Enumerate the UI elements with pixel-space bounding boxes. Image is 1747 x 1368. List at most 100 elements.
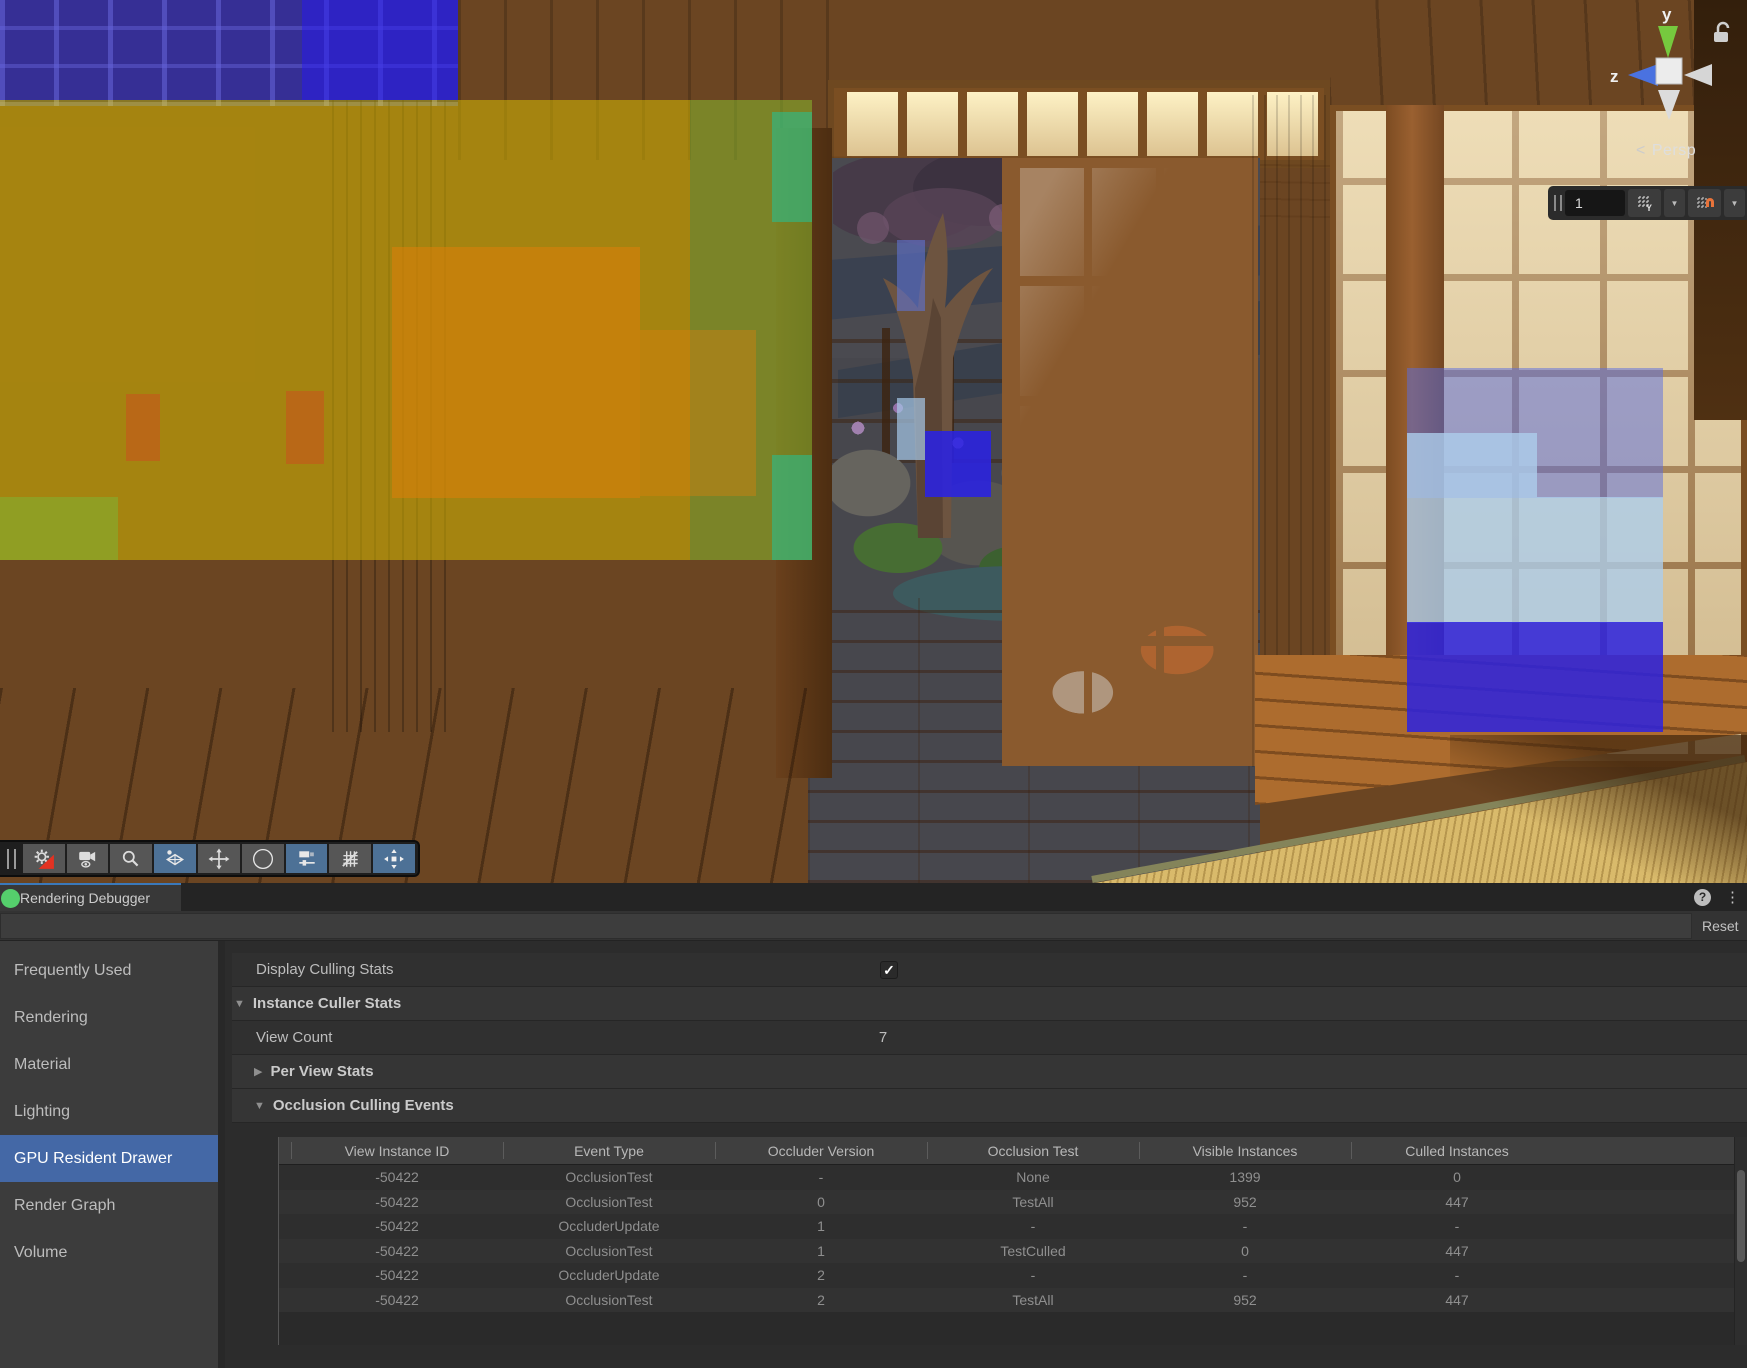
heatmap-cell: [0, 0, 302, 100]
table-cell: OccluderUpdate: [503, 1214, 715, 1239]
sidebar-item-lighting[interactable]: Lighting: [0, 1088, 218, 1135]
projection-toggle[interactable]: < Persp: [1636, 142, 1696, 160]
scrollbar-thumb[interactable]: [1737, 1170, 1745, 1262]
table-cell: -50422: [291, 1263, 503, 1288]
snap-toolbar: 1 Y ▼ ▼: [1548, 186, 1747, 220]
heatmap-cell: [925, 431, 991, 497]
table-cell: -: [927, 1263, 1139, 1288]
table-cell: 0: [715, 1190, 927, 1215]
snap-dropdown[interactable]: ▼: [1724, 189, 1745, 217]
table-cell: 952: [1139, 1190, 1351, 1215]
table-cell: 447: [1351, 1239, 1563, 1264]
view-count-row: View Count 7: [232, 1021, 1747, 1055]
table-cell: 2: [715, 1263, 927, 1288]
foldout-open-icon: ▼: [254, 1100, 265, 1112]
table-cell: -50422: [291, 1214, 503, 1239]
table-cell: OcclusionTest: [503, 1190, 715, 1215]
tab-rendering-debugger[interactable]: Rendering Debugger: [0, 883, 181, 911]
column-header: Culled Instances: [1351, 1137, 1563, 1164]
debugger-toolbar: Reset: [0, 911, 1747, 941]
table-row[interactable]: -50422 OcclusionTest - None 1399 0: [279, 1165, 1747, 1190]
lock-icon[interactable]: [1714, 23, 1728, 42]
per-view-stats-foldout[interactable]: ▶ Per View Stats: [232, 1055, 1747, 1089]
persp-arrow-icon: <: [1636, 142, 1646, 159]
table-row[interactable]: -50422 OccluderUpdate 1 - - -: [279, 1214, 1747, 1239]
instance-culler-stats-foldout[interactable]: ▼ Instance Culler Stats: [232, 987, 1747, 1021]
display-culling-stats-checkbox[interactable]: ✓: [880, 961, 898, 979]
tab-title: Rendering Debugger: [20, 890, 150, 906]
scene-search-button[interactable]: [110, 844, 152, 873]
move-tool-button[interactable]: [198, 844, 240, 873]
heatmap-cell: [640, 330, 756, 496]
sidebar-item-volume[interactable]: Volume: [0, 1229, 218, 1276]
view-count-label: View Count: [256, 1029, 332, 1046]
heatmap-cell: [897, 240, 925, 311]
door-muntins: [1012, 168, 1248, 756]
sidebar-item-frequently-used[interactable]: Frequently Used: [0, 947, 218, 994]
table-row[interactable]: -50422 OcclusionTest 0 TestAll 952 447: [279, 1190, 1747, 1215]
scene-camera-button[interactable]: [67, 844, 109, 873]
debugger-content: Display Culling Stats ✓ ▼ Instance Culle…: [232, 941, 1747, 1368]
occlusion-culling-events-foldout[interactable]: ▼ Occlusion Culling Events: [232, 1089, 1747, 1123]
orientation-gizmo[interactable]: y z: [1598, 2, 1747, 124]
table-cell: OccluderUpdate: [503, 1263, 715, 1288]
search-input[interactable]: [0, 913, 1692, 939]
grid-axis-button[interactable]: Y: [1628, 189, 1661, 217]
sidebar-item-material[interactable]: Material: [0, 1041, 218, 1088]
table-row[interactable]: -50422 OcclusionTest 2 TestAll 952 447: [279, 1288, 1747, 1313]
heatmap-cell: [126, 394, 160, 461]
toolbar-grip[interactable]: [7, 849, 16, 869]
instance-culler-stats-label: Instance Culler Stats: [253, 995, 401, 1012]
x-axis-cone[interactable]: [1684, 64, 1712, 86]
gizmos-toggle-button[interactable]: [154, 844, 196, 873]
table-cell: OcclusionTest: [503, 1239, 715, 1264]
toolbar-grip[interactable]: [1554, 195, 1562, 211]
table-cell: -: [1351, 1263, 1563, 1288]
y-axis-cone[interactable]: [1658, 26, 1678, 58]
sidebar-item-rendering[interactable]: Rendering: [0, 994, 218, 1041]
heatmap-cell: [302, 0, 458, 100]
reset-button[interactable]: Reset: [1702, 911, 1739, 941]
scene-view[interactable]: y z < Persp 1 Y: [0, 0, 1747, 883]
table-cell: 447: [1351, 1288, 1563, 1313]
gizmo-cube[interactable]: [1656, 58, 1682, 84]
z-axis-cone[interactable]: [1628, 64, 1658, 86]
move-arrows-icon: [208, 848, 230, 870]
help-icon[interactable]: ?: [1694, 889, 1711, 906]
kebab-menu-icon[interactable]: ⋮: [1725, 888, 1741, 906]
grid-dropdown[interactable]: ▼: [1664, 189, 1685, 217]
snap-increment-button[interactable]: [1688, 189, 1721, 217]
table-cell: -: [1139, 1263, 1351, 1288]
sliders-icon: [296, 848, 318, 870]
display-culling-stats-label: Display Culling Stats: [256, 961, 394, 978]
table-row[interactable]: -50422 OccluderUpdate 2 - - -: [279, 1263, 1747, 1288]
table-cell: -50422: [291, 1288, 503, 1313]
pivot-mode-button[interactable]: [373, 844, 415, 873]
heatmap-cell: [1537, 497, 1663, 623]
heatmap-cell: [392, 247, 640, 498]
pivot-center-icon: [383, 848, 405, 870]
heatmap-cell: [1407, 622, 1663, 732]
grid-y-icon: Y: [1635, 193, 1655, 213]
table-row[interactable]: -50422 OcclusionTest 1 TestCulled 0 447: [279, 1239, 1747, 1264]
table-scrollbar[interactable]: [1734, 1137, 1747, 1345]
debug-settings-button[interactable]: [286, 844, 328, 873]
table-cell: OcclusionTest: [503, 1288, 715, 1313]
search-icon: [120, 848, 142, 870]
debug-shading-button[interactable]: [23, 844, 65, 873]
table-cell: 447: [1351, 1190, 1563, 1215]
axis-z-label: z: [1610, 67, 1619, 86]
grid-visibility-button[interactable]: [329, 844, 371, 873]
persp-label: Persp: [1652, 142, 1696, 159]
svg-text:Y: Y: [1646, 203, 1652, 213]
shading-mode-button[interactable]: [242, 844, 284, 873]
sidebar-item-gpu-resident-drawer[interactable]: GPU Resident Drawer: [0, 1135, 218, 1182]
gear-debug-icon: [33, 848, 55, 870]
down-axis-cone[interactable]: [1658, 90, 1680, 120]
sidebar-item-render-graph[interactable]: Render Graph: [0, 1182, 218, 1229]
table-header-row: View Instance ID Event Type Occluder Ver…: [279, 1137, 1747, 1165]
table-cell: 2: [715, 1288, 927, 1313]
display-culling-stats-row: Display Culling Stats ✓: [232, 953, 1747, 987]
grid-size-field[interactable]: 1: [1565, 190, 1625, 216]
heatmap-cell: [286, 391, 324, 464]
